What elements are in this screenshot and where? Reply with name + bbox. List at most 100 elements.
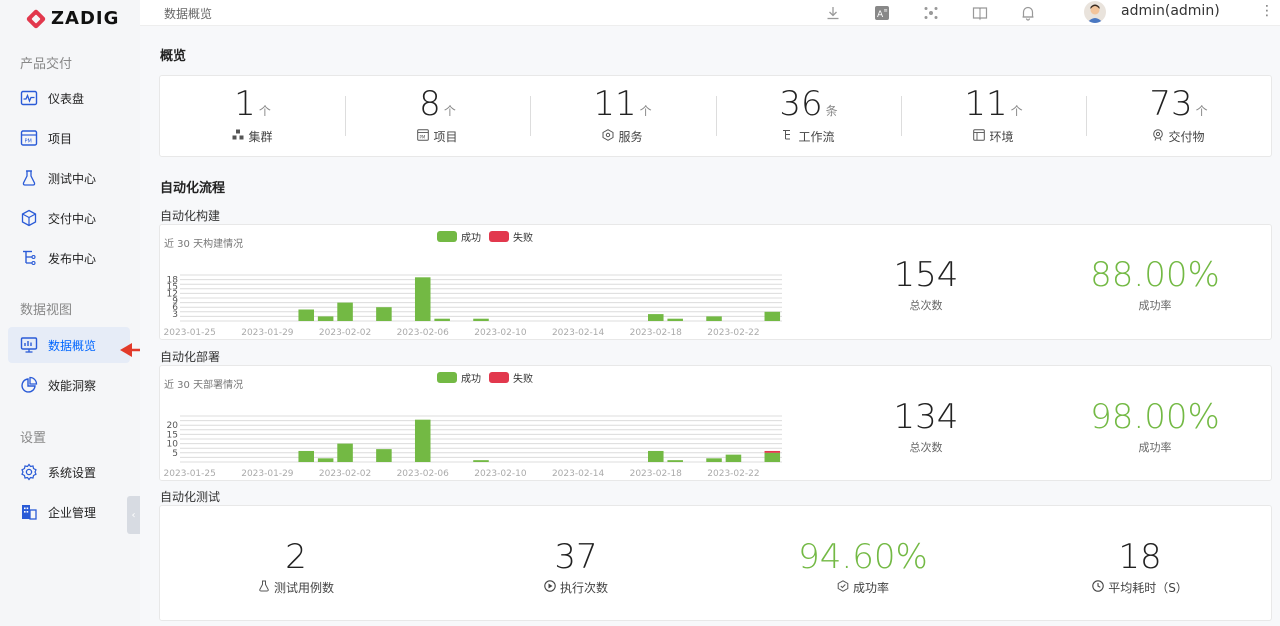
stat-cluster[interactable]: 1个 集群 xyxy=(160,76,345,156)
monitor-chart-icon xyxy=(20,336,38,354)
svg-text:PM: PM xyxy=(420,135,426,140)
stat-unit: 个 xyxy=(639,104,652,118)
deploy-chart-y-tick-label: 15 xyxy=(167,430,178,440)
deploy-chart-x-tick-label: 2023-02-22 xyxy=(707,469,759,479)
artifact-icon xyxy=(1152,129,1164,144)
stat-label: 工作流 xyxy=(798,130,835,144)
deploy-chart-bar xyxy=(317,458,334,462)
flask-icon xyxy=(258,580,270,595)
stat-value: 73 xyxy=(1149,84,1193,124)
sidebar-item-label: 系统设置 xyxy=(48,465,97,480)
avatar[interactable] xyxy=(1084,1,1106,23)
sidebar-collapse-handle[interactable]: ‹ xyxy=(127,496,140,534)
sidebar-item-label: 企业管理 xyxy=(48,505,97,520)
sidebar-item-label: 数据概览 xyxy=(48,338,97,353)
sidebar-item-test-center[interactable]: 测试中心 xyxy=(8,160,130,196)
stat-unit: 个 xyxy=(1195,104,1208,118)
build-chart-x-tick-label: 2023-01-29 xyxy=(241,328,294,338)
test-stat-value: 18 xyxy=(1118,537,1162,577)
build-chart-x-tick-label: 2023-01-25 xyxy=(164,328,216,338)
clock-icon xyxy=(1092,580,1104,595)
topbar: 数据概览 A ≡ admin(admin) ⋮ xyxy=(140,0,1280,26)
deploy-chart-x-tick-label: 2023-02-14 xyxy=(552,469,605,479)
sidebar-item-efficiency-insight[interactable]: 效能洞察 xyxy=(8,367,130,403)
test-stat-value: 37 xyxy=(554,537,598,577)
deploy-chart-bar xyxy=(414,419,431,462)
deploy-chart-x-tick-label: 2023-01-25 xyxy=(164,469,216,479)
test-card: 2 测试用例数 37 执行次数 94.60% 成功率 18 平均耗时（S） xyxy=(159,505,1272,621)
build-chart-y-tick-label: 18 xyxy=(167,276,179,286)
sidebar-item-enterprise-management[interactable]: 企业管理 xyxy=(8,494,130,530)
stat-label: 交付物 xyxy=(1168,130,1205,144)
docs-book-icon[interactable] xyxy=(971,4,989,22)
test-stat-label: 平均耗时（S） xyxy=(1108,581,1188,595)
logo[interactable]: ZADIG xyxy=(25,8,119,29)
overview-title: 概览 xyxy=(160,49,187,64)
stat-unit: 条 xyxy=(825,104,838,118)
stat-artifact[interactable]: 73 个 交付物 xyxy=(1086,76,1271,156)
stat-unit: 个 xyxy=(258,104,271,118)
stat-workflow[interactable]: 36 条 工作流 xyxy=(716,76,901,156)
sidebar-item-release-center[interactable]: 发布中心 xyxy=(8,240,130,276)
deploy-chart-y-tick-label: 5 xyxy=(172,449,178,459)
build-chart-x-tick-label: 2023-02-18 xyxy=(630,328,683,338)
deploy-chart-x-tick-label: 2023-02-18 xyxy=(630,469,683,479)
sidebar-item-system-settings[interactable]: 系统设置 xyxy=(8,454,130,490)
play-circle-icon xyxy=(544,580,556,595)
deploy-chart-bar xyxy=(667,460,683,462)
deploy-section-title: 自动化部署 xyxy=(160,350,221,364)
stat-project[interactable]: 8个 PM 项目 xyxy=(345,76,530,156)
stat-label: 服务 xyxy=(618,130,643,144)
stat-unit: 个 xyxy=(1010,104,1023,118)
deploy-chart-y-tick-label: 20 xyxy=(167,421,179,431)
download-icon[interactable] xyxy=(824,4,842,22)
build-chart-bar xyxy=(667,318,683,321)
shield-check-icon xyxy=(837,580,849,595)
section-title-settings: 设置 xyxy=(20,431,47,446)
username[interactable]: admin(admin) xyxy=(1121,3,1220,19)
deploy-chart-bar xyxy=(725,454,742,462)
deploy-bar-chart: 5101520 2023-01-25 2023-01-29 2023-02-02 202… xyxy=(164,415,782,479)
environment-icon xyxy=(973,129,986,144)
sidebar-item-delivery-center[interactable]: 交付中心 xyxy=(8,200,130,236)
bell-icon[interactable] xyxy=(1019,4,1037,22)
sidebar-item-label: 发布中心 xyxy=(48,251,97,266)
build-chart-bar xyxy=(376,307,392,321)
project-icon: PM xyxy=(20,129,38,147)
sidebar-item-dashboard[interactable]: 仪表盘 xyxy=(8,80,130,116)
deploy-chart-bar xyxy=(706,458,722,462)
translate-icon[interactable]: A ≡ xyxy=(873,4,891,22)
stat-environment[interactable]: 11 个 环境 xyxy=(901,76,1086,156)
build-bar-chart: 3691215182023-01-25 2023-01-29 2023-02-02 2… xyxy=(164,274,782,338)
deploy-card: 近 30 天部署情况 成功 失败 5 10 15 20 2023-01-25 2023-0… xyxy=(159,365,1272,481)
test-stat-value: 94.60% xyxy=(798,537,928,577)
pie-chart-icon xyxy=(20,376,38,394)
build-chart-x-tick-label: 2023-02-22 xyxy=(707,328,759,338)
sidebar-item-project[interactable]: PM 项目 xyxy=(8,120,130,156)
sidebar-item-label: 仪表盘 xyxy=(48,91,85,106)
build-card: 近 30 天构建情况 成功 失败 3 6 9 12 15 18 2023-01-25 2023… xyxy=(159,224,1272,340)
stat-value: 1 xyxy=(234,84,256,124)
build-chart-x-tick-label: 2023-02-02 xyxy=(319,328,371,338)
test-section-title: 自动化测试 xyxy=(160,490,221,504)
sidebar-item-data-overview[interactable]: 数据概览 xyxy=(8,327,130,363)
sidebar-item-label: 效能洞察 xyxy=(48,378,97,393)
automation-title: 自动化流程 xyxy=(160,181,226,196)
plugin-icon[interactable] xyxy=(922,4,940,22)
stat-label: 项目 xyxy=(433,130,458,144)
stat-service[interactable]: 11 个 服务 xyxy=(530,76,715,156)
build-total-value: 154 xyxy=(893,255,959,295)
dashboard-icon xyxy=(20,89,38,107)
svg-text:≡: ≡ xyxy=(884,8,888,14)
test-execution-count: 37 执行次数 xyxy=(516,537,636,596)
sidebar-item-label: 交付中心 xyxy=(48,211,97,226)
test-success-rate: 94.60% 成功率 xyxy=(783,537,943,596)
build-chart-bar xyxy=(706,316,722,321)
stat-value: 11 xyxy=(593,84,637,124)
stat-value: 8 xyxy=(419,84,441,124)
deploy-chart-bar xyxy=(764,450,781,453)
more-menu-icon[interactable]: ⋮ xyxy=(1260,3,1274,19)
test-case-count: 2 测试用例数 xyxy=(236,537,356,596)
build-chart-bar xyxy=(764,311,781,321)
enterprise-icon xyxy=(20,503,38,521)
